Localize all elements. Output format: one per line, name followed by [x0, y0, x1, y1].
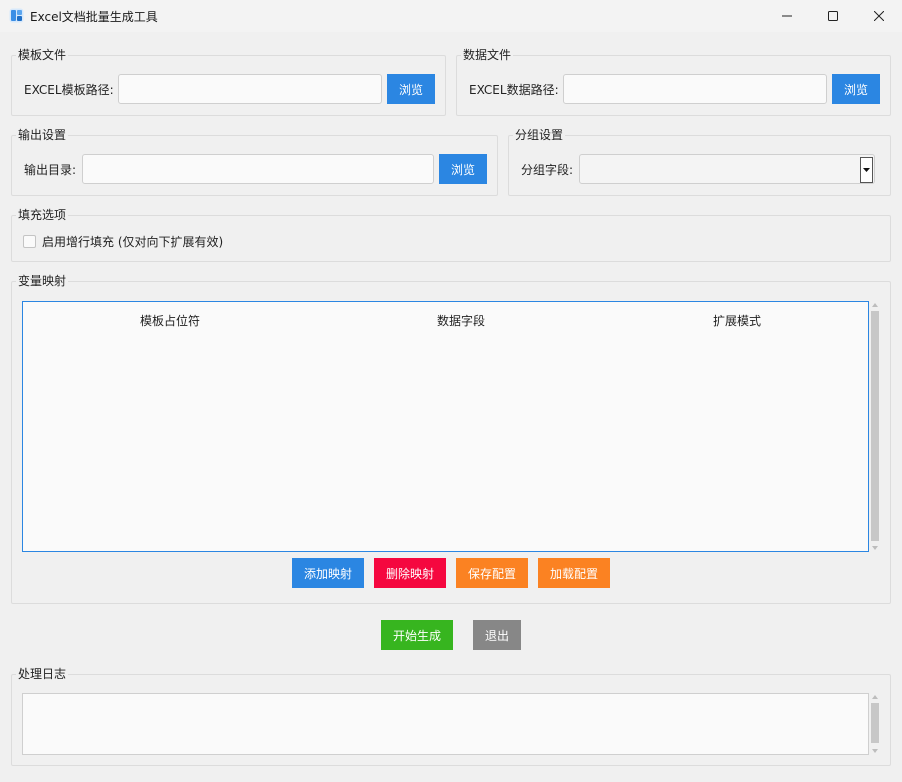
- template-path-label: EXCEL模板路径:: [24, 83, 114, 97]
- load-config-button[interactable]: 加载配置: [538, 558, 610, 588]
- template-group-title: 模板文件: [16, 47, 69, 63]
- scroll-down-arrow[interactable]: [870, 544, 880, 552]
- save-config-button[interactable]: 保存配置: [456, 558, 528, 588]
- processing-log-group: 处理日志: [11, 666, 891, 766]
- start-generate-button[interactable]: 开始生成: [381, 620, 453, 650]
- app-icon: [9, 8, 24, 23]
- output-dir-label: 输出目录:: [24, 163, 77, 177]
- template-file-group: 模板文件 EXCEL模板路径: 浏览: [11, 47, 446, 116]
- output-settings-group: 输出设置 输出目录: 浏览: [11, 127, 498, 196]
- dropdown-arrow-button[interactable]: [860, 157, 873, 183]
- template-path-input[interactable]: [118, 74, 382, 104]
- caret-up-icon: [872, 303, 878, 307]
- data-group-title: 数据文件: [461, 47, 514, 63]
- minimize-button[interactable]: [764, 0, 810, 31]
- output-group-title: 输出设置: [16, 127, 69, 143]
- chevron-down-icon: [863, 167, 870, 172]
- grouping-group-title: 分组设置: [513, 127, 566, 143]
- title-bar: Excel文档批量生成工具: [0, 0, 902, 32]
- mapping-group-title: 变量映射: [16, 273, 69, 289]
- data-path-input[interactable]: [563, 74, 827, 104]
- add-mapping-button[interactable]: 添加映射: [292, 558, 364, 588]
- mapping-table[interactable]: 模板占位符 数据字段 扩展模式: [22, 301, 869, 552]
- group-field-label: 分组字段:: [521, 163, 574, 177]
- log-textarea[interactable]: [22, 693, 869, 755]
- caret-up-icon: [872, 695, 878, 699]
- fill-options-group: 填充选项 启用增行填充 (仅对向下扩展有效): [11, 207, 891, 262]
- delete-mapping-button[interactable]: 删除映射: [374, 558, 446, 588]
- scroll-up-arrow[interactable]: [870, 301, 880, 309]
- caret-down-icon: [872, 546, 878, 550]
- exit-button[interactable]: 退出: [473, 620, 521, 650]
- grouping-settings-group: 分组设置 分组字段:: [508, 127, 891, 196]
- mapping-table-scrollbar[interactable]: [870, 301, 880, 552]
- data-browse-button[interactable]: 浏览: [832, 74, 880, 104]
- data-path-label: EXCEL数据路径:: [469, 83, 559, 97]
- scroll-thumb[interactable]: [871, 311, 879, 541]
- window-title: Excel文档批量生成工具: [30, 10, 158, 24]
- caret-down-icon: [872, 749, 878, 753]
- column-header-data-field[interactable]: 数据字段: [437, 312, 485, 329]
- row-fill-label[interactable]: 启用增行填充 (仅对向下扩展有效): [42, 234, 223, 250]
- variable-mapping-group: 变量映射 模板占位符 数据字段 扩展模式 添加映射 删除映射 保存配置 加载配置: [11, 273, 891, 604]
- column-header-placeholder[interactable]: 模板占位符: [140, 312, 200, 329]
- log-scroll-up-arrow[interactable]: [870, 693, 880, 701]
- data-file-group: 数据文件 EXCEL数据路径: 浏览: [456, 47, 891, 116]
- log-group-title: 处理日志: [16, 666, 69, 682]
- maximize-button[interactable]: [810, 0, 856, 31]
- log-scroll-thumb[interactable]: [871, 703, 879, 743]
- fill-group-title: 填充选项: [16, 207, 69, 223]
- template-browse-button[interactable]: 浏览: [387, 74, 435, 104]
- minimize-icon: [782, 15, 792, 16]
- row-fill-checkbox[interactable]: [23, 235, 36, 248]
- maximize-icon: [828, 10, 838, 21]
- column-header-expand-mode[interactable]: 扩展模式: [713, 312, 761, 329]
- close-icon: [874, 10, 884, 21]
- close-button[interactable]: [856, 0, 902, 31]
- output-browse-button[interactable]: 浏览: [439, 154, 487, 184]
- log-scroll-down-arrow[interactable]: [870, 747, 880, 755]
- group-field-select[interactable]: [579, 154, 875, 184]
- log-scrollbar[interactable]: [870, 693, 880, 755]
- output-dir-input[interactable]: [82, 154, 434, 184]
